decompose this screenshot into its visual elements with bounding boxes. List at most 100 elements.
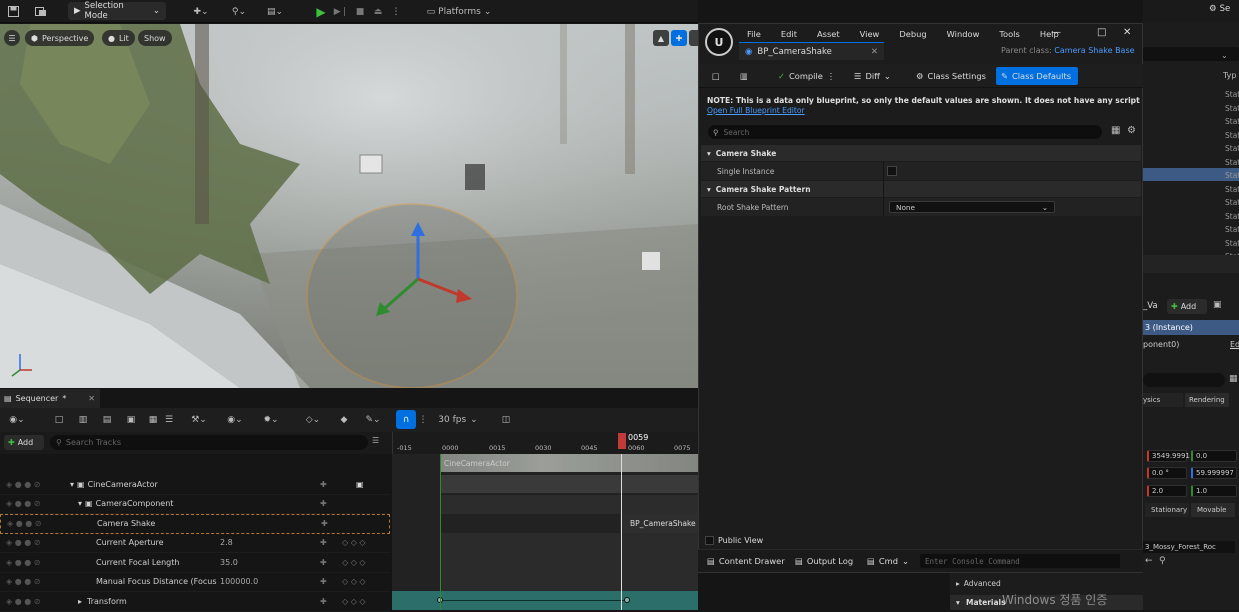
save-icon[interactable]: □: [707, 67, 725, 85]
rotation-x-field[interactable]: 0.0 °: [1147, 467, 1187, 479]
track-row[interactable]: ◈ ● ● ⊘ Manual Focus Distance (Focus 100…: [0, 573, 390, 592]
advanced-category[interactable]: ▸ Advanced: [956, 579, 1001, 588]
single-instance-checkbox[interactable]: [887, 166, 897, 176]
location-x-field[interactable]: 3549.9991: [1147, 450, 1190, 462]
track-row-controls[interactable]: ◈ ● ● ⊘: [1, 519, 97, 528]
add-key-icon[interactable]: ✚: [320, 538, 327, 547]
close-icon[interactable]: ✕: [88, 394, 95, 403]
public-view-toggle[interactable]: Public View: [705, 536, 763, 545]
list-icon[interactable]: ☰: [162, 410, 176, 429]
parent-class-link[interactable]: Camera Shake Base: [1054, 46, 1134, 55]
add-subtrack-icon[interactable]: ✚: [320, 480, 327, 489]
actor-options-icon[interactable]: ✹⌄: [258, 410, 284, 429]
actor-name-field[interactable]: _Va: [1143, 301, 1158, 311]
menu-window[interactable]: Window: [937, 29, 990, 39]
track-row-controls[interactable]: ◈ ● ● ⊘: [0, 597, 76, 606]
sequencer-tab[interactable]: ▤ Sequencer * ✕: [0, 389, 100, 408]
eye-icon[interactable]: ◉⌄: [222, 410, 248, 429]
track-value[interactable]: 100000.0: [220, 577, 258, 586]
grid-icon[interactable]: ▦: [146, 410, 160, 429]
show-button[interactable]: Show: [138, 30, 172, 46]
settings-icon[interactable]: ⚙: [1127, 125, 1136, 136]
browse-icon[interactable]: [32, 2, 50, 21]
perspective-button[interactable]: ⬢ Perspective: [25, 30, 95, 46]
expand-icon[interactable]: ▾: [62, 480, 74, 489]
class-defaults-button[interactable]: ✎ Class Defaults: [996, 67, 1078, 85]
add-actor-icon[interactable]: ✚⌄: [188, 2, 214, 21]
track-row[interactable]: ◈ ● ● ⊘ ▾ ▣ CineCameraActor ✚ ▣: [0, 475, 390, 495]
track-row-controls[interactable]: ◈ ● ● ⊘: [0, 480, 62, 489]
maximize-icon[interactable]: □: [1097, 27, 1106, 38]
scale-x-field[interactable]: 2.0: [1147, 485, 1187, 497]
key-nav-icon[interactable]: ◇ ◇ ◇: [342, 538, 366, 547]
add-key-icon[interactable]: ✚: [320, 558, 327, 567]
more-options-icon[interactable]: ⋮: [827, 71, 835, 81]
open-full-editor-link[interactable]: Open Full Blueprint Editor: [707, 106, 1142, 116]
world-icon[interactable]: ◉⌄: [4, 410, 30, 429]
browse-icon[interactable]: ▥: [735, 67, 753, 85]
instance-row[interactable]: 3 (Instance): [1143, 320, 1239, 335]
settings-button[interactable]: ⚙ Se: [1209, 4, 1230, 14]
add-track-button[interactable]: ✚ Add: [4, 435, 44, 450]
browse-asset-icon[interactable]: ⚲: [1159, 556, 1166, 566]
bp-tab[interactable]: ◉ BP_CameraShake ✕: [739, 42, 884, 60]
class-settings-button[interactable]: ⚙ Class Settings: [911, 67, 991, 85]
track-row[interactable]: ◈ ● ● ⊘ ▸ Transform ✚ ◇ ◇ ◇: [0, 592, 390, 612]
selection-mode-dropdown[interactable]: ▶ Selection Mode ⌄: [68, 1, 166, 21]
track-value[interactable]: 2.8: [220, 538, 233, 547]
filter-icon[interactable]: ☰: [372, 436, 379, 445]
keyframe[interactable]: [624, 597, 630, 603]
pencil-icon[interactable]: ✎⌄: [360, 410, 386, 429]
level-viewport[interactable]: ☰ ⬢ Perspective ● Lit Show ▲ ✚: [0, 24, 698, 388]
component-row[interactable]: ponent0): [1143, 340, 1179, 349]
track-value[interactable]: 35.0: [220, 558, 238, 567]
key-nav-icon[interactable]: ◇ ◇ ◇: [342, 558, 366, 567]
content-drawer-button[interactable]: ▤ Content Drawer: [702, 552, 790, 570]
diff-button[interactable]: ☰ Diff ⌄: [849, 67, 896, 85]
compile-button[interactable]: ✓ Compile ⋮: [773, 67, 840, 85]
minimize-icon[interactable]: —: [1051, 27, 1061, 38]
timeline-options-icon[interactable]: ◫: [498, 410, 514, 429]
track-row-controls[interactable]: ◈ ● ● ⊘: [0, 499, 76, 508]
more-options-icon[interactable]: ⋮: [390, 2, 402, 21]
fps-dropdown[interactable]: 30 fps ⌄: [436, 410, 480, 429]
key-nav-icon[interactable]: ◇ ◇ ◇: [342, 577, 366, 586]
rotate-tool-icon[interactable]: [689, 30, 698, 46]
actor-section[interactable]: [440, 475, 698, 493]
menu-file[interactable]: File: [737, 29, 771, 39]
eject-icon[interactable]: ⏏: [372, 2, 384, 21]
add-key-icon[interactable]: ✚: [320, 577, 327, 586]
step-icon[interactable]: ▶❘: [334, 2, 348, 21]
move-tool-icon[interactable]: ✚: [671, 30, 687, 46]
blueprint-menu-icon[interactable]: ⚲⌄: [226, 2, 252, 21]
platforms-dropdown[interactable]: ▭ Platforms ⌄: [424, 2, 494, 21]
edit-link[interactable]: Edi: [1230, 340, 1239, 349]
keyframe-icon[interactable]: ◇⌄: [300, 410, 326, 429]
menu-edit[interactable]: Edit: [771, 29, 807, 39]
wrench-icon[interactable]: ⚒⌄: [186, 410, 212, 429]
blueprint-add-icon[interactable]: ▣: [1213, 300, 1222, 310]
output-log-button[interactable]: ▤ Output Log: [790, 552, 858, 570]
track-row[interactable]: ◈ ● ● ⊘ Camera Shake ✚: [0, 514, 390, 534]
track-row-controls[interactable]: ◈ ● ● ⊘: [0, 538, 96, 547]
add-subtrack-icon[interactable]: ✚: [320, 499, 327, 508]
key-nav-icon[interactable]: ◇ ◇ ◇: [342, 597, 366, 606]
snap-options-icon[interactable]: ⋮: [418, 410, 428, 429]
viewport-menu-button[interactable]: ☰: [4, 30, 20, 46]
mesh-asset-field[interactable]: 3_Mossy_Forest_Roc: [1143, 541, 1235, 553]
console-input[interactable]: Enter Console Command: [920, 554, 1120, 568]
cmd-dropdown[interactable]: ▤ Cmd ⌄: [862, 552, 914, 570]
category-camera-shake[interactable]: ▾ Camera Shake: [701, 145, 1141, 161]
menu-tools[interactable]: Tools: [989, 29, 1029, 39]
details-search-input[interactable]: [1143, 373, 1225, 387]
track-row[interactable]: ◈ ● ● ⊘ Current Focal Length 35.0 ✚ ◇ ◇ …: [0, 553, 390, 573]
track-area[interactable]: CineCameraActor BP_CameraShake: [392, 454, 698, 610]
property-sections[interactable]: [440, 533, 698, 591]
stop-icon[interactable]: ■: [354, 2, 366, 21]
save-icon[interactable]: [4, 2, 22, 21]
save-icon[interactable]: □: [52, 410, 66, 429]
menu-asset[interactable]: Asset: [807, 29, 850, 39]
tab-rendering[interactable]: Rendering: [1185, 393, 1229, 407]
location-y-field[interactable]: 0.0: [1191, 450, 1237, 462]
playhead-marker[interactable]: [618, 433, 626, 449]
